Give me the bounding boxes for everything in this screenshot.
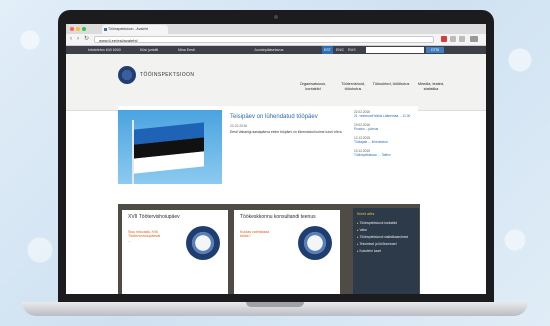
site-header: TÖÖINSPEKTSIOON Organisatsioon, kontakti… — [66, 54, 486, 111]
lang-est[interactable]: EST — [322, 46, 333, 54]
quick-links-panel: Kiirelt alles Tööinspektsiooni kontaktid… — [353, 208, 419, 294]
nav-health-safety[interactable]: Töötervishoid, tööohutus — [334, 82, 372, 92]
arrow-left-icon[interactable]: ‹ — [70, 36, 72, 43]
topbar-ask-lawyer[interactable]: Küsi juristilt — [140, 46, 158, 54]
favicon-icon — [104, 28, 107, 31]
quick-link[interactable]: Tööinspektsiooni statistikaandmed — [357, 235, 408, 239]
extension-icon[interactable] — [459, 36, 465, 42]
side-news-item[interactable]: 10.12.2015 Tööinspektsioon ... Tallinn — [354, 149, 420, 157]
promo-card-title: XVII Töötervishoiupäev — [128, 214, 180, 220]
browser-tabbar: Tööinspektsioon - Avaleht — [66, 24, 486, 34]
news-image[interactable] — [118, 110, 222, 184]
quick-link[interactable]: Vaba — [357, 228, 367, 232]
news-summary: Eesti Vabariigi aastapäeva eelne tööpäev… — [230, 130, 343, 134]
site-search-button[interactable]: OTSI — [426, 47, 444, 53]
menu-icon[interactable] — [470, 36, 478, 42]
tab-title: Tööinspektsioon - Avaleht — [108, 27, 149, 31]
news-headline[interactable]: Teisipäev on lühendatud tööpäev — [230, 114, 318, 120]
news-sidebar: 22.02.2016 21. veebruaril lekkis Läänema… — [354, 110, 420, 162]
lang-rus[interactable]: RUS — [348, 46, 356, 54]
window-controls — [70, 27, 86, 31]
address-bar[interactable]: www.ti.ee/est/avaleht/ — [94, 36, 434, 43]
minimize-window-icon[interactable] — [76, 27, 80, 31]
logo-text[interactable]: TÖÖINSPEKTSIOON — [140, 72, 194, 78]
quick-links-list: Tööinspektsiooni kontaktid Vaba Tööinspe… — [357, 220, 408, 255]
estonian-flag — [134, 122, 204, 174]
coat-of-arms-logo[interactable] — [118, 66, 136, 84]
arrow-right-icon[interactable]: › — [77, 36, 79, 43]
badge-logo-icon — [298, 226, 332, 260]
news-date: 22.02.2016 — [230, 124, 247, 128]
lang-eng[interactable]: ENG — [336, 46, 344, 54]
close-window-icon[interactable] — [70, 27, 74, 31]
nav-media[interactable]: Meedia, teated, statistika — [412, 82, 450, 92]
topbar-phone[interactable]: Infotelefon 640 6000 — [88, 46, 121, 54]
laptop-notch — [246, 302, 304, 307]
promo-card-text: Kuidas valmistada tööks? — [240, 230, 270, 239]
laptop-screen: Tööinspektsioon - Avaleht ‹ › ↻ www.ti.e… — [66, 24, 486, 294]
browser-toolbar: ‹ › ↻ www.ti.ee/est/avaleht/ — [66, 34, 486, 46]
extension-icon[interactable] — [450, 36, 456, 42]
side-news-link[interactable]: 21. veebruaril lekkis Läänemaa ... 11.00 — [354, 114, 420, 118]
promo-card-title: Töökeskkonnu konsultandi teenus — [240, 214, 316, 220]
side-news-item[interactable]: 19.02.2016 Puuduv ...pärnus — [354, 123, 420, 131]
promo-card[interactable]: Töökeskkonnu konsultandi teenus Kuidas v… — [234, 210, 340, 294]
promo-card-text: Sisu infovaldu XVII Töötervishoiupäeval … — [128, 230, 161, 243]
quick-link[interactable]: Kodulehe kaart — [357, 249, 381, 253]
side-news-link[interactable]: Puuduv ...pärnus — [354, 127, 420, 131]
topbar-accessibility[interactable]: Juurdepääsetavus — [254, 46, 283, 54]
quick-link[interactable]: Tööinspektsiooni kontaktid — [357, 221, 397, 225]
side-news-link[interactable]: Töötajate ... lühendatud — [354, 140, 420, 144]
side-news-item[interactable]: 22.02.2016 21. veebruaril lekkis Läänema… — [354, 110, 420, 118]
side-news-item[interactable]: 12.12.2015 Töötajate ... lühendatud — [354, 136, 420, 144]
site-search-input[interactable] — [366, 47, 424, 53]
badge-logo-icon — [186, 226, 220, 260]
camera-icon — [274, 15, 278, 19]
quick-link[interactable]: Teksimisel ja tööõnnetusel — [357, 242, 397, 246]
promo-card[interactable]: XVII Töötervishoiupäev Sisu infovaldu XV… — [122, 210, 228, 294]
topbar-mina-eesti[interactable]: Mina Eesti — [178, 46, 195, 54]
maximize-window-icon[interactable] — [82, 27, 86, 31]
browser-tab[interactable]: Tööinspektsioon - Avaleht — [102, 25, 168, 34]
extension-icon[interactable] — [441, 36, 447, 42]
site-topbar: Infotelefon 640 6000 Küsi juristilt Mina… — [66, 46, 486, 54]
nav-employment[interactable]: Töösuhted, tööõhutus — [372, 82, 410, 87]
reload-icon[interactable]: ↻ — [84, 36, 89, 43]
side-news-link[interactable]: Tööinspektsioon ... Tallinn — [354, 153, 420, 157]
nav-organisation[interactable]: Organisatsioon, kontaktid — [294, 82, 332, 92]
quick-links-title: Kiirelt alles — [357, 212, 375, 216]
